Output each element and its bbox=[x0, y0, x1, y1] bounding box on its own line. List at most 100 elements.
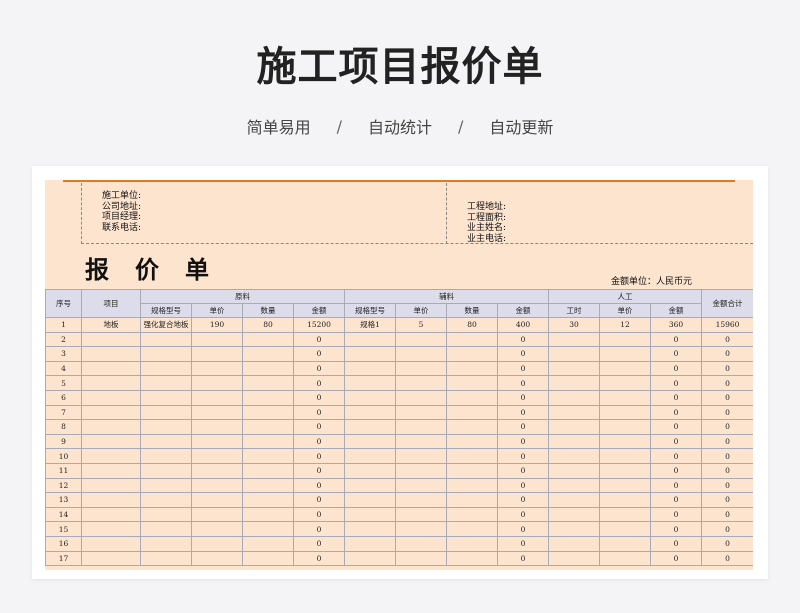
cell-auxiliary-amount[interactable]: 0 bbox=[497, 419, 549, 435]
cell-auxiliary-price[interactable] bbox=[395, 477, 447, 494]
cell-no[interactable]: 4 bbox=[45, 360, 82, 377]
cell-labor-price[interactable] bbox=[599, 506, 651, 523]
cell-auxiliary-spec[interactable] bbox=[344, 521, 396, 537]
cell-auxiliary-spec[interactable] bbox=[344, 492, 396, 508]
cell-labor-hours[interactable] bbox=[548, 331, 600, 348]
cell-labor-price[interactable] bbox=[599, 389, 651, 406]
cell-item[interactable] bbox=[81, 477, 141, 494]
cell-auxiliary-amount[interactable]: 0 bbox=[497, 433, 549, 450]
cell-labor-hours[interactable] bbox=[548, 419, 600, 435]
cell-auxiliary-amount[interactable]: 0 bbox=[497, 331, 549, 348]
cell-material-price[interactable] bbox=[191, 448, 243, 464]
cell-total[interactable]: 0 bbox=[701, 521, 753, 537]
cell-material-spec[interactable] bbox=[140, 375, 192, 391]
cell-material-amount[interactable]: 0 bbox=[293, 360, 345, 377]
cell-labor-amount[interactable]: 0 bbox=[649, 433, 703, 450]
cell-labor-amount[interactable]: 0 bbox=[649, 419, 703, 435]
cell-labor-price[interactable] bbox=[599, 448, 651, 464]
cell-labor-hours[interactable] bbox=[548, 433, 600, 450]
cell-material-price[interactable] bbox=[191, 477, 243, 494]
cell-material-amount[interactable]: 0 bbox=[293, 492, 345, 508]
cell-auxiliary-price[interactable] bbox=[395, 535, 447, 552]
cell-auxiliary-spec[interactable] bbox=[344, 433, 396, 450]
cell-auxiliary-spec[interactable] bbox=[344, 346, 396, 362]
cell-item[interactable]: 地板 bbox=[81, 317, 141, 333]
cell-material-amount[interactable]: 15200 bbox=[293, 317, 345, 333]
cell-item[interactable] bbox=[81, 433, 141, 450]
cell-auxiliary-amount[interactable]: 400 bbox=[497, 317, 549, 333]
cell-no[interactable]: 3 bbox=[45, 346, 82, 362]
cell-labor-hours[interactable] bbox=[548, 477, 600, 494]
cell-auxiliary-qty[interactable]: 80 bbox=[446, 317, 498, 333]
cell-auxiliary-price[interactable] bbox=[395, 506, 447, 523]
cell-labor-amount[interactable]: 0 bbox=[649, 331, 703, 348]
cell-labor-amount[interactable]: 0 bbox=[649, 404, 703, 421]
cell-material-price[interactable] bbox=[191, 389, 243, 406]
cell-material-qty[interactable]: 80 bbox=[242, 317, 294, 333]
cell-total[interactable]: 0 bbox=[701, 550, 753, 567]
cell-item[interactable] bbox=[81, 535, 141, 552]
cell-material-price[interactable] bbox=[191, 331, 243, 348]
cell-material-spec[interactable] bbox=[140, 506, 192, 523]
cell-auxiliary-price[interactable] bbox=[395, 492, 447, 508]
cell-auxiliary-qty[interactable] bbox=[446, 550, 498, 567]
cell-total[interactable]: 0 bbox=[701, 492, 753, 508]
cell-material-price[interactable] bbox=[191, 433, 243, 450]
cell-auxiliary-spec[interactable]: 规格1 bbox=[344, 317, 396, 333]
cell-material-qty[interactable] bbox=[242, 404, 294, 421]
cell-auxiliary-amount[interactable]: 0 bbox=[497, 535, 549, 552]
cell-auxiliary-amount[interactable]: 0 bbox=[497, 521, 549, 537]
cell-auxiliary-qty[interactable] bbox=[446, 506, 498, 523]
cell-auxiliary-price[interactable] bbox=[395, 433, 447, 450]
cell-material-amount[interactable]: 0 bbox=[293, 389, 345, 406]
cell-auxiliary-amount[interactable]: 0 bbox=[497, 404, 549, 421]
cell-labor-price[interactable]: 12 bbox=[599, 317, 651, 333]
cell-auxiliary-amount[interactable]: 0 bbox=[497, 477, 549, 494]
cell-material-qty[interactable] bbox=[242, 506, 294, 523]
cell-auxiliary-spec[interactable] bbox=[344, 360, 396, 377]
cell-material-spec[interactable] bbox=[140, 550, 192, 567]
cell-material-price[interactable] bbox=[191, 521, 243, 537]
cell-item[interactable] bbox=[81, 462, 141, 479]
cell-auxiliary-price[interactable] bbox=[395, 346, 447, 362]
cell-auxiliary-spec[interactable] bbox=[344, 331, 396, 348]
cell-labor-amount[interactable]: 0 bbox=[649, 360, 703, 377]
cell-labor-price[interactable] bbox=[599, 375, 651, 391]
cell-labor-hours[interactable] bbox=[548, 360, 600, 377]
cell-auxiliary-amount[interactable]: 0 bbox=[497, 506, 549, 523]
cell-auxiliary-price[interactable] bbox=[395, 389, 447, 406]
cell-no[interactable]: 6 bbox=[45, 389, 82, 406]
cell-material-price[interactable]: 190 bbox=[191, 317, 243, 333]
cell-total[interactable]: 0 bbox=[701, 331, 753, 348]
cell-material-spec[interactable] bbox=[140, 404, 192, 421]
cell-item[interactable] bbox=[81, 521, 141, 537]
cell-auxiliary-qty[interactable] bbox=[446, 419, 498, 435]
cell-auxiliary-qty[interactable] bbox=[446, 375, 498, 391]
cell-auxiliary-price[interactable] bbox=[395, 419, 447, 435]
cell-auxiliary-qty[interactable] bbox=[446, 404, 498, 421]
cell-total[interactable]: 0 bbox=[701, 419, 753, 435]
cell-total[interactable]: 0 bbox=[701, 389, 753, 406]
cell-labor-amount[interactable]: 0 bbox=[649, 462, 703, 479]
cell-auxiliary-price[interactable] bbox=[395, 360, 447, 377]
cell-material-spec[interactable] bbox=[140, 346, 192, 362]
cell-material-amount[interactable]: 0 bbox=[293, 535, 345, 552]
cell-material-amount[interactable]: 0 bbox=[293, 448, 345, 464]
cell-no[interactable]: 15 bbox=[45, 521, 82, 537]
cell-auxiliary-qty[interactable] bbox=[446, 448, 498, 464]
cell-item[interactable] bbox=[81, 389, 141, 406]
cell-labor-hours[interactable]: 30 bbox=[548, 317, 600, 333]
cell-auxiliary-qty[interactable] bbox=[446, 492, 498, 508]
cell-total[interactable]: 0 bbox=[701, 477, 753, 494]
cell-material-spec[interactable] bbox=[140, 419, 192, 435]
cell-labor-hours[interactable] bbox=[548, 346, 600, 362]
cell-total[interactable]: 0 bbox=[701, 462, 753, 479]
cell-labor-amount[interactable]: 360 bbox=[649, 317, 703, 333]
cell-material-spec[interactable]: 强化复合地板 bbox=[140, 317, 192, 333]
cell-labor-price[interactable] bbox=[599, 419, 651, 435]
cell-no[interactable]: 2 bbox=[45, 331, 82, 348]
cell-auxiliary-spec[interactable] bbox=[344, 462, 396, 479]
cell-item[interactable] bbox=[81, 419, 141, 435]
cell-labor-hours[interactable] bbox=[548, 448, 600, 464]
cell-labor-amount[interactable]: 0 bbox=[649, 389, 703, 406]
